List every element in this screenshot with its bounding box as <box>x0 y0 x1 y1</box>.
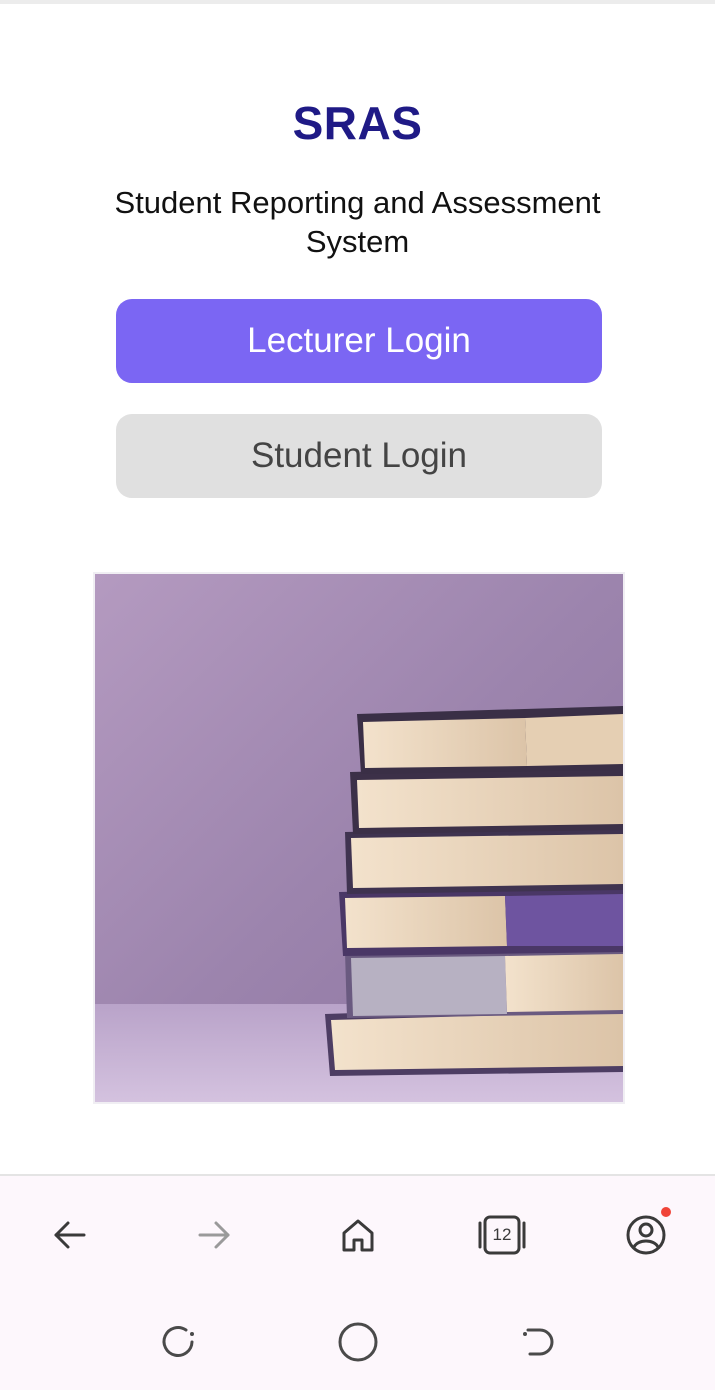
home-icon[interactable] <box>330 1207 386 1263</box>
recents-icon[interactable] <box>154 1318 202 1366</box>
home-circle-icon[interactable] <box>334 1318 382 1366</box>
student-login-button[interactable]: Student Login <box>116 414 602 498</box>
app-subtitle: Student Reporting and Assessment System <box>114 185 601 259</box>
forward-arrow-icon[interactable] <box>186 1207 242 1263</box>
stack-of-books-image <box>95 574 623 1102</box>
tab-count: 12 <box>492 1225 512 1244</box>
back-gesture-icon[interactable] <box>514 1318 562 1366</box>
tabs-icon[interactable]: 12 <box>474 1207 530 1263</box>
back-arrow-icon[interactable] <box>42 1207 98 1263</box>
books-image <box>93 572 625 1104</box>
app-title: SRAS <box>292 97 423 149</box>
lecturer-login-button[interactable]: Lecturer Login <box>116 299 602 383</box>
notification-dot <box>661 1207 671 1217</box>
